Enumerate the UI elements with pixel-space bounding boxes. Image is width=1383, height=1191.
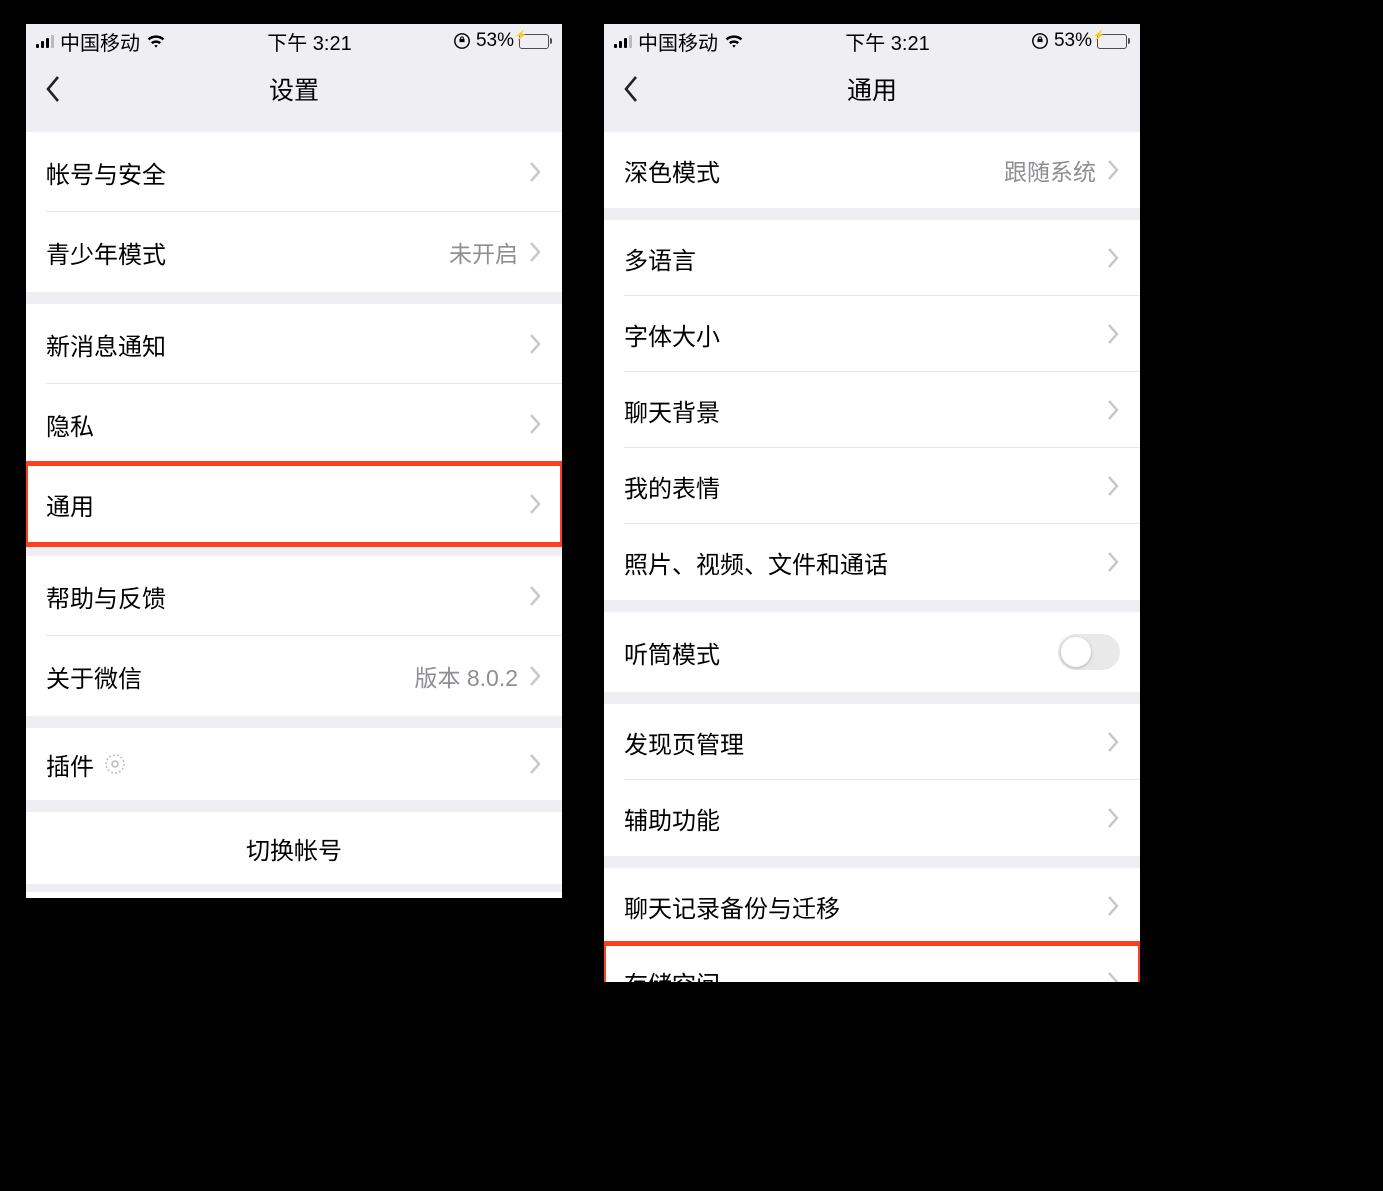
chevron-right-icon [1106, 731, 1120, 753]
row-plugins[interactable]: 插件 [26, 728, 562, 800]
row-label: 帮助与反馈 [46, 579, 166, 614]
wifi-icon [146, 33, 166, 49]
chevron-right-icon [1106, 895, 1120, 917]
navbar: 设置 [26, 58, 562, 120]
row-label: 切换帐号 [246, 831, 342, 866]
chevron-right-icon [1106, 159, 1120, 181]
chevron-right-icon [528, 161, 542, 183]
chevron-right-icon [1106, 323, 1120, 345]
chevron-right-icon [1106, 247, 1120, 269]
plugin-icon [104, 753, 126, 775]
row-switch-account[interactable]: 切换帐号 [26, 812, 562, 884]
row-label: 照片、视频、文件和通话 [624, 545, 888, 580]
chevron-left-icon [44, 74, 62, 104]
row-media-files[interactable]: 照片、视频、文件和通话 [604, 524, 1140, 600]
battery-icon: ⚡ [519, 34, 552, 49]
row-label: 插件 [46, 747, 126, 782]
back-button[interactable] [616, 67, 646, 111]
orientation-lock-icon [453, 32, 471, 50]
row-label: 字体大小 [624, 317, 720, 352]
row-label: 隐私 [46, 407, 94, 442]
chevron-right-icon [528, 665, 542, 687]
row-discover-manage[interactable]: 发现页管理 [604, 704, 1140, 780]
row-accessibility[interactable]: 辅助功能 [604, 780, 1140, 856]
row-label: 深色模式 [624, 153, 720, 188]
row-chat-background[interactable]: 聊天背景 [604, 372, 1140, 448]
chevron-right-icon [1106, 807, 1120, 829]
row-label: 聊天背景 [624, 393, 720, 428]
row-label: 我的表情 [624, 469, 720, 504]
chevron-left-icon [622, 74, 640, 104]
row-privacy[interactable]: 隐私 [26, 384, 562, 464]
row-label: 辅助功能 [624, 801, 720, 836]
status-time: 下午 3:21 [267, 27, 351, 56]
signal-icon [614, 34, 632, 48]
page-title: 通用 [847, 71, 897, 107]
row-font-size[interactable]: 字体大小 [604, 296, 1140, 372]
row-dark-mode[interactable]: 深色模式 跟随系统 [604, 132, 1140, 208]
row-my-emoji[interactable]: 我的表情 [604, 448, 1140, 524]
chevron-right-icon [528, 413, 542, 435]
chevron-right-icon [528, 333, 542, 355]
carrier-label: 中国移动 [638, 27, 718, 56]
row-account-security[interactable]: 帐号与安全 [26, 132, 562, 212]
row-about[interactable]: 关于微信 版本 8.0.2 [26, 636, 562, 716]
row-value: 未开启 [449, 235, 518, 269]
chevron-right-icon [528, 241, 542, 263]
back-button[interactable] [38, 67, 68, 111]
row-label: 通用 [46, 487, 94, 522]
row-help-feedback[interactable]: 帮助与反馈 [26, 556, 562, 636]
battery-icon: ⚡ [1097, 34, 1130, 49]
row-value: 跟随系统 [1004, 153, 1096, 187]
signal-icon [36, 34, 54, 48]
chevron-right-icon [1106, 399, 1120, 421]
chevron-right-icon [1106, 475, 1120, 497]
row-notifications[interactable]: 新消息通知 [26, 304, 562, 384]
row-label: 聊天记录备份与迁移 [624, 889, 840, 924]
chevron-right-icon [1106, 971, 1120, 982]
earpiece-toggle[interactable] [1058, 634, 1120, 670]
battery-percent: 53% [476, 30, 514, 52]
chevron-right-icon [528, 753, 542, 775]
navbar: 通用 [604, 58, 1140, 120]
row-label: 多语言 [624, 241, 696, 276]
row-label: 帐号与安全 [46, 155, 166, 190]
row-logout[interactable]: 退出登录 [26, 892, 562, 898]
wifi-icon [724, 33, 744, 49]
chevron-right-icon [1106, 551, 1120, 573]
row-label: 听筒模式 [624, 635, 720, 670]
battery-percent: 53% [1054, 30, 1092, 52]
row-label: 青少年模式 [46, 235, 166, 270]
page-title: 设置 [269, 71, 319, 107]
row-youth-mode[interactable]: 青少年模式 未开启 [26, 212, 562, 292]
orientation-lock-icon [1031, 32, 1049, 50]
status-bar: 中国移动 下午 3:21 53% ⚡ [604, 24, 1140, 58]
row-label: 发现页管理 [624, 725, 744, 760]
row-value: 版本 8.0.2 [414, 659, 518, 693]
chevron-right-icon [528, 493, 542, 515]
row-storage[interactable]: 存储空间 [604, 944, 1140, 982]
row-label: 存储空间 [624, 965, 720, 983]
row-chat-backup[interactable]: 聊天记录备份与迁移 [604, 868, 1140, 944]
chevron-right-icon [528, 585, 542, 607]
row-label: 新消息通知 [46, 327, 166, 362]
row-label: 关于微信 [46, 659, 142, 694]
row-multilanguage[interactable]: 多语言 [604, 220, 1140, 296]
row-general[interactable]: 通用 [26, 464, 562, 544]
status-time: 下午 3:21 [845, 27, 929, 56]
carrier-label: 中国移动 [60, 27, 140, 56]
status-bar: 中国移动 下午 3:21 53% ⚡ [26, 24, 562, 58]
row-earpiece-mode[interactable]: 听筒模式 [604, 612, 1140, 692]
